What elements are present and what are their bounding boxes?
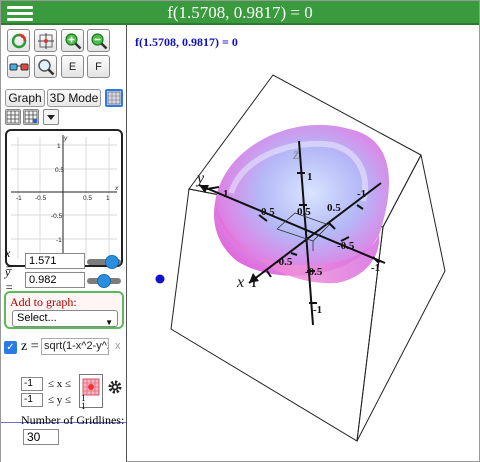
grid-view-icon[interactable] bbox=[105, 89, 123, 107]
add-to-graph-label: Add to graph: bbox=[10, 295, 77, 309]
z-equals-label: z = bbox=[21, 339, 39, 354]
mini-graph-2d[interactable]: -1 -0.5 0.5 1 x y 1 0.5 -0.5 -1 bbox=[5, 129, 123, 267]
gridlines-field[interactable]: 30 bbox=[23, 429, 59, 445]
app-window: f(1.5708, 0.9817) = 0 E F Graph 3D Mode … bbox=[0, 0, 480, 462]
current-point-marker bbox=[155, 274, 165, 284]
gridlines-label: Number of Gridlines: bbox=[21, 413, 125, 427]
y-max-field[interactable]: 1 bbox=[81, 401, 86, 411]
f-button[interactable]: F bbox=[87, 55, 110, 78]
y-tick-label: 0.5 bbox=[55, 167, 64, 174]
x-tick-label: 1 bbox=[106, 195, 110, 202]
gear-icon[interactable] bbox=[107, 379, 123, 395]
reset-icon[interactable] bbox=[7, 29, 30, 52]
zoom-in-icon[interactable] bbox=[61, 29, 84, 52]
remove-function-button[interactable]: x bbox=[115, 340, 121, 352]
graph-button[interactable]: Graph bbox=[5, 89, 45, 107]
left-panel: E F Graph 3D Mode -1 -0.5 0.5 1 x y 1 0.… bbox=[1, 25, 127, 462]
z-tick-pos: 1 bbox=[307, 171, 313, 183]
function-panel: ✓ z = sqrt(1-x^2-y^2) x -1 ≤ x ≤ -1 ≤ y … bbox=[1, 331, 126, 445]
grid-icon[interactable] bbox=[5, 109, 21, 125]
y-range-label: ≤ y ≤ bbox=[48, 394, 72, 406]
x-axis-label-3d: x bbox=[236, 274, 244, 291]
x-value-field[interactable]: 1.571 bbox=[25, 253, 85, 269]
glasses-icon[interactable] bbox=[7, 55, 30, 78]
x-tick-label: 0.5 bbox=[83, 195, 92, 202]
tick-neg-half: -0.5 bbox=[275, 256, 293, 268]
x-tick-neg: -1 bbox=[357, 188, 366, 200]
x-tick-label: -0.5 bbox=[35, 195, 47, 202]
x-slider-thumb[interactable] bbox=[105, 255, 119, 269]
tick-half: 0.5 bbox=[327, 202, 341, 214]
add-to-graph-panel: Add to graph: Select... ▼ bbox=[4, 291, 124, 329]
y-tick-neg: -1 bbox=[371, 262, 380, 274]
axis-tick bbox=[206, 186, 220, 190]
e-button[interactable]: E bbox=[61, 55, 84, 78]
plot-3d-canvas[interactable]: f(1.5708, 0.9817) = 0 y x z 1 0.5 1 0.5 … bbox=[127, 25, 479, 462]
add-to-graph-select[interactable]: Select... ▼ bbox=[12, 310, 118, 327]
y-axis-label-3d: y bbox=[195, 170, 205, 187]
tick-neg-half: -0.5 bbox=[305, 266, 323, 278]
y-slider-row: y = 0.982 bbox=[5, 265, 85, 294]
magnifier-icon[interactable] bbox=[34, 55, 57, 78]
y-min-field[interactable]: -1 bbox=[21, 393, 43, 407]
tick-neg-half: -0.5 bbox=[337, 240, 355, 252]
z-tick-neg: -1 bbox=[313, 304, 322, 316]
center-icon[interactable] bbox=[34, 29, 57, 52]
y-slider-thumb[interactable] bbox=[97, 274, 111, 288]
box-edge bbox=[356, 270, 446, 442]
x-tick-pos: 1 bbox=[251, 278, 257, 290]
3d-mode-button[interactable]: 3D Mode bbox=[47, 89, 101, 107]
title-bar: f(1.5708, 0.9817) = 0 bbox=[1, 1, 479, 25]
tick-half: 0.5 bbox=[261, 206, 275, 218]
tick-half: 0.5 bbox=[297, 206, 311, 218]
y-axis-label: y bbox=[63, 135, 68, 142]
select-value: Select... bbox=[17, 312, 57, 324]
x-tick-label: -1 bbox=[16, 195, 22, 202]
dropdown-arrow-icon[interactable] bbox=[43, 109, 59, 125]
z-axis-label-3d: z bbox=[292, 146, 300, 163]
function-visible-checkbox[interactable]: ✓ bbox=[4, 341, 17, 354]
y-tick-pos: 1 bbox=[223, 188, 229, 200]
header-title: f(1.5708, 0.9817) = 0 bbox=[167, 3, 313, 22]
grid-point-icon[interactable] bbox=[23, 109, 39, 125]
y-tick-label: -0.5 bbox=[51, 213, 63, 220]
y-tick-label: -1 bbox=[56, 237, 62, 244]
y-tick-label: 1 bbox=[57, 143, 61, 150]
zoom-out-icon[interactable] bbox=[87, 29, 110, 52]
x-axis-label: x bbox=[114, 185, 119, 192]
box-edge bbox=[420, 154, 446, 272]
x-min-field[interactable]: -1 bbox=[21, 377, 43, 391]
function-expression-input[interactable]: sqrt(1-x^2-y^2) bbox=[41, 338, 109, 355]
box-edge bbox=[382, 154, 422, 228]
y-value-field[interactable]: 0.982 bbox=[25, 272, 85, 288]
chevron-down-icon: ▼ bbox=[105, 318, 113, 327]
x-range-label: ≤ x ≤ bbox=[48, 378, 72, 390]
